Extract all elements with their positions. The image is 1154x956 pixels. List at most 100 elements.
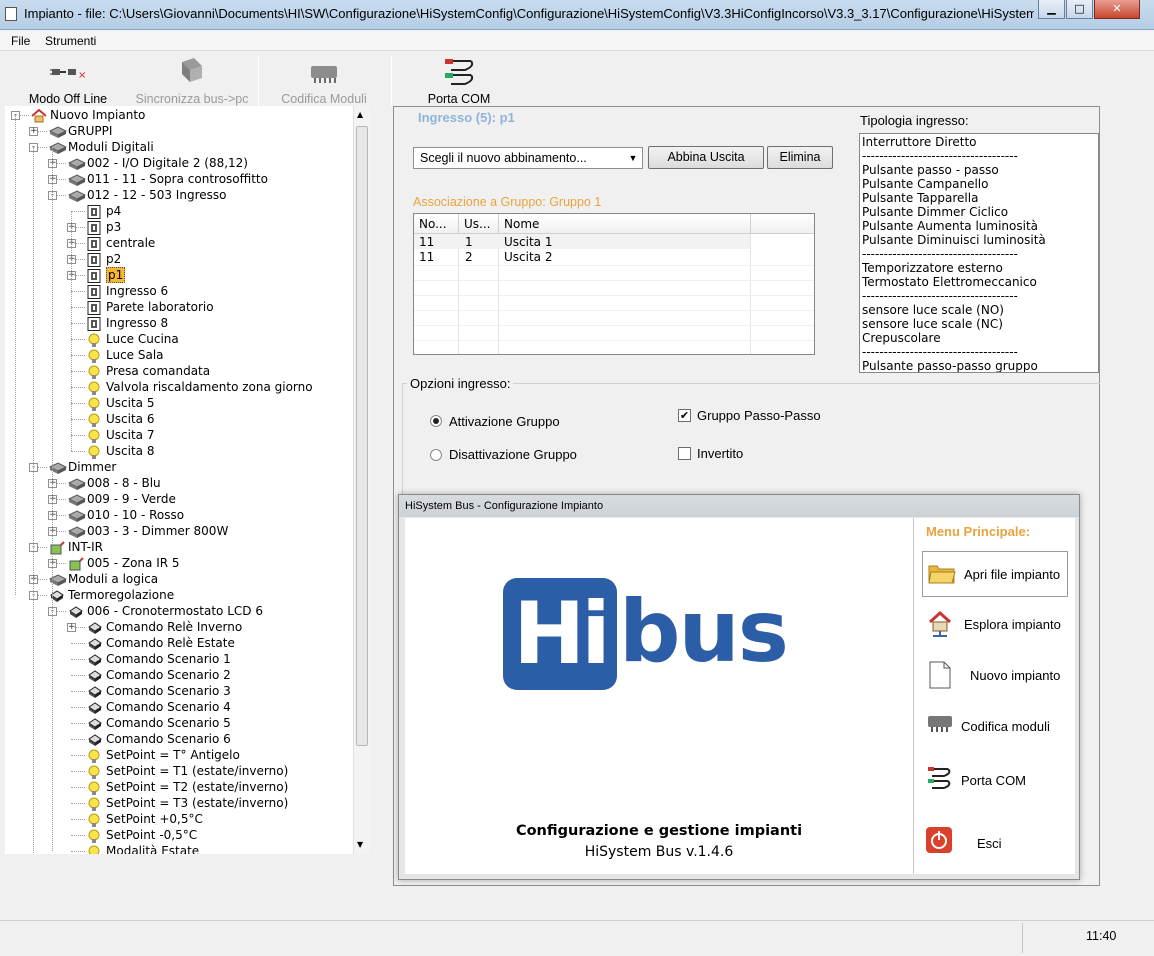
tree-node[interactable]: Valvola riscaldamento zona giorno [87,379,313,395]
tree-node[interactable]: 005 - Zona IR 5 [68,555,180,571]
tree-node[interactable]: p4 [87,203,121,219]
tree-node[interactable]: centrale [87,235,155,251]
col-header-nome[interactable]: Nome [504,217,539,231]
nuovo-impianto-button[interactable]: Nuovo impianto [922,653,1068,699]
passo-passo-checkbox[interactable]: ✔ [678,409,691,422]
tree-node[interactable]: Comando Scenario 2 [87,667,231,683]
expand-toggle[interactable]: + [29,127,38,136]
tipologia-option[interactable]: Pulsante passo - passo [862,163,999,177]
association-table[interactable]: No... Us... Nome 11 1 Uscita 1 11 2 Usci… [413,213,815,355]
tipologia-option[interactable]: Pulsante Diminuisci luminosità [862,233,1046,247]
tipologia-option[interactable]: Temporizzatore esterno [862,261,1003,275]
invertito-checkbox[interactable] [678,447,691,460]
abbina-uscita-button[interactable]: Abbina Uscita [648,146,764,169]
tree-node[interactable]: 009 - 9 - Verde [67,491,176,507]
tree-node[interactable]: Comando Scenario 6 [87,731,231,747]
porta-com-button[interactable]: Porta COM [420,56,498,106]
tipologia-option[interactable]: ------------------------------------ [862,345,1018,359]
tree-scroll-thumb[interactable] [356,126,368,746]
tree-node[interactable]: p3 [87,219,121,235]
tree-node[interactable]: Comando Scenario 4 [87,699,231,715]
esplora-button[interactable]: Esplora impianto [922,602,1068,648]
elimina-button[interactable]: Elimina [767,146,833,169]
tree-node[interactable]: SetPoint = T2 (estate/inverno) [87,779,288,795]
tree-node[interactable]: Termoregolazione [49,587,174,603]
table-row[interactable]: 11 1 Uscita 1 [414,234,750,249]
scroll-down-arrow[interactable]: ▼ [357,840,363,849]
expand-toggle[interactable]: + [67,623,76,632]
tree-node[interactable]: SetPoint -0,5°C [87,827,197,843]
tree-node[interactable]: Luce Cucina [87,331,179,347]
codifica-moduli-menu-button[interactable]: Codifica moduli [922,704,1068,750]
tree-node[interactable]: SetPoint +0,5°C [87,811,203,827]
tipologia-option[interactable]: ------------------------------------ [862,289,1018,303]
plant-tree[interactable]: Nuovo Impianto - GRUPPI + Moduli Digitali -00… [5,106,369,854]
tree-node[interactable]: Ingresso 8 [87,315,168,331]
tree-node[interactable]: Ingresso 6 [87,283,168,299]
menu-file[interactable]: File [11,34,30,48]
col-header-us[interactable]: Us... [464,217,490,231]
tree-node[interactable]: 003 - 3 - Dimmer 800W [67,523,228,539]
tree-node[interactable]: 011 - 11 - Sopra controsoffitto [67,171,268,187]
porta-com-menu-button[interactable]: Porta COM [922,758,1068,804]
tree-node[interactable]: Moduli Digitali [48,139,154,155]
tree-node[interactable]: SetPoint = T° Antigelo [87,747,240,763]
abbinamento-combo[interactable]: Scegli il nuovo abbinamento... ▼ [413,147,643,169]
esci-button[interactable]: Esci [922,821,1068,867]
disattivazione-radio[interactable] [430,449,442,461]
tree-node[interactable]: Modalità Estate [87,843,199,854]
tree-node[interactable]: Comando Scenario 5 [87,715,231,731]
tree-node[interactable]: GRUPPI [48,123,112,139]
tipologia-option[interactable]: Termostato Elettromeccanico [862,275,1037,289]
tree-node[interactable]: 002 - I/O Digitale 2 (88,12) [67,155,248,171]
tipologia-listbox[interactable]: Interruttore Diretto --------------------… [859,133,1099,373]
table-row[interactable]: 11 2 Uscita 2 [414,249,750,264]
tree-node[interactable]: Presa comandata [87,363,210,379]
tree-node[interactable]: 008 - 8 - Blu [67,475,161,491]
scroll-up-arrow[interactable]: ▲ [357,110,363,119]
tree-node[interactable]: Moduli a logica [48,571,158,587]
tipologia-option[interactable]: sensore luce scale (NO) [862,303,1004,317]
tree-node[interactable]: p2 [87,251,121,267]
tree-node[interactable]: Comando Relè Inverno [87,619,242,635]
tree-node[interactable]: Uscita 5 [87,395,154,411]
tree-node[interactable]: Luce Sala [87,347,164,363]
chevron-down-icon[interactable]: ▼ [624,148,642,168]
offline-mode-button[interactable]: × Modo Off Line [18,56,118,106]
maximize-button[interactable]: □ [1066,0,1093,19]
tree-node[interactable]: Uscita 6 [87,411,154,427]
tree-node[interactable]: Comando Relè Estate [87,635,235,651]
tipologia-option[interactable]: Crepuscolare [862,331,941,345]
menu-strumenti[interactable]: Strumenti [45,34,96,48]
tipologia-option[interactable]: ------------------------------------ [862,247,1018,261]
tree-node[interactable]: Nuovo Impianto [31,107,145,123]
tipologia-option[interactable]: Pulsante passo-passo gruppo [862,359,1038,372]
attivazione-radio[interactable] [430,415,442,427]
tree-node[interactable]: Comando Scenario 1 [87,651,231,667]
sync-bus-button[interactable]: Sincronizza bus->pc [130,56,254,106]
tree-node[interactable]: Parete laboratorio [87,299,214,315]
tree-node[interactable]: 006 - Cronotermostato LCD 6 [68,603,263,619]
tipologia-option[interactable]: ------------------------------------ [862,149,1018,163]
tree-node[interactable]: p1 [87,267,126,283]
tipologia-option[interactable]: Pulsante Campanello [862,177,988,191]
apri-file-button[interactable]: Apri file impianto [922,551,1068,597]
tree-node[interactable]: 010 - 10 - Rosso [67,507,184,523]
tree-node[interactable]: SetPoint = T3 (estate/inverno) [87,795,288,811]
close-button[interactable]: ✕ [1094,0,1140,19]
tipologia-option[interactable]: Interruttore Diretto [862,135,977,149]
codifica-moduli-button[interactable]: Codifica Moduli [268,56,380,106]
tree-node[interactable]: Uscita 7 [87,427,154,443]
tree-node[interactable]: Uscita 8 [87,443,154,459]
tree-scrollbar[interactable]: ▲ ▼ [353,106,369,854]
tree-node[interactable]: INT-IR [49,539,103,555]
tree-node[interactable]: Comando Scenario 3 [87,683,231,699]
tree-node[interactable]: SetPoint = T1 (estate/inverno) [87,763,288,779]
tipologia-option[interactable]: sensore luce scale (NC) [862,317,1003,331]
tree-node[interactable]: 012 - 12 - 503 Ingresso [67,187,226,203]
tipologia-option[interactable]: Pulsante Tapparella [862,191,978,205]
tipologia-option[interactable]: Pulsante Dimmer Ciclico [862,205,1008,219]
tree-node[interactable]: Dimmer [48,459,116,475]
col-header-no[interactable]: No... [419,217,447,231]
minimize-button[interactable]: ▁ [1038,0,1065,19]
